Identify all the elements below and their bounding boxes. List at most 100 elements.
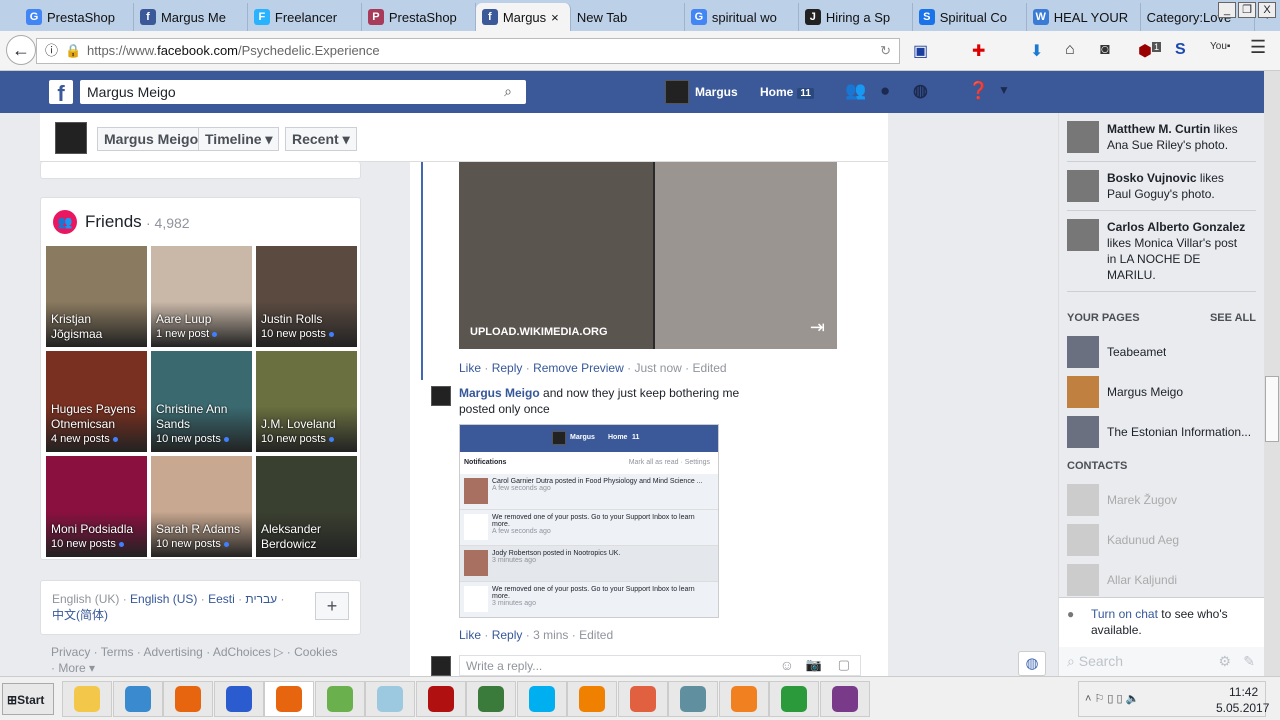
taskbar-app-skype[interactable] — [516, 681, 567, 717]
breadcrumb-timeline[interactable]: Timeline ▾ — [198, 127, 280, 151]
help-icon[interactable]: ❓ — [968, 81, 989, 101]
browser-tab[interactable]: W HEAL YOUR — [1027, 3, 1141, 31]
friend-tile[interactable]: J.M. Loveland 10 new posts — [256, 351, 357, 452]
start-button[interactable]: ⊞Start — [2, 683, 54, 715]
comment-author[interactable]: Margus Meigo — [459, 386, 540, 400]
language-chinese[interactable]: 中文(简体) — [52, 608, 108, 622]
close-tab-icon[interactable]: × — [551, 10, 559, 25]
search-icon[interactable]: ⌕ — [504, 83, 512, 100]
taskbar-app-notepad[interactable] — [365, 681, 415, 717]
like-link[interactable]: Like — [459, 361, 481, 375]
reply-link[interactable]: Reply — [492, 628, 523, 642]
home-icon[interactable]: ⌂ — [1065, 41, 1075, 59]
edited-label[interactable]: Edited — [693, 361, 727, 375]
clock-date[interactable]: 5.05.2017 — [1216, 701, 1269, 715]
edited-label[interactable]: Edited — [579, 628, 613, 642]
browser-tab[interactable]: S Spiritual Co — [913, 3, 1027, 31]
clock-time[interactable]: 11:42 — [1229, 685, 1258, 699]
taskbar-app-notepad-plus[interactable] — [314, 681, 365, 717]
open-external-icon[interactable]: ⇥ — [810, 317, 825, 338]
browser-tab[interactable]: J Hiring a Sp — [799, 3, 913, 31]
link-preview[interactable]: UPLOAD.WIKIMEDIA.ORG ⇥ — [459, 162, 837, 349]
friend-tile[interactable]: Moni Podsiadla 10 new posts — [46, 456, 147, 557]
comment-attached-screenshot[interactable]: Margus Home 11 Notifications Mark all as… — [459, 424, 719, 618]
browser-tab[interactable]: New Tab — [571, 3, 685, 31]
scrollbar-thumb[interactable] — [1265, 376, 1279, 442]
page-item[interactable]: The Estonian Information... — [1059, 412, 1264, 452]
notifications-globe-icon[interactable]: ◍ — [913, 81, 928, 101]
ticker-item[interactable]: Bosko Vujnovic likes Paul Goguy's photo. — [1067, 162, 1256, 211]
sticker-icon[interactable]: ▢ — [838, 657, 850, 673]
ublock-icon[interactable]: ⬢ 1 — [1138, 41, 1161, 61]
tray-icons[interactable]: ˄ ⚐ ▯ ▯ 🔈 — [1085, 692, 1139, 705]
page-item[interactable]: Margus Meigo — [1059, 372, 1264, 412]
taskbar-app-spreadsheet[interactable] — [769, 681, 819, 717]
taskbar-app-filezilla[interactable] — [415, 681, 466, 717]
friend-tile[interactable]: Aleksander Berdowicz — [256, 456, 357, 557]
new-message-icon[interactable]: ✎ — [1243, 653, 1255, 670]
footer-more[interactable]: More — [58, 661, 85, 675]
taskbar-app-pdf[interactable] — [718, 681, 769, 717]
url-bar[interactable]: https://www.facebook.com/Psychedelic.Exp… — [36, 38, 900, 64]
restore-button[interactable]: ❐ — [1238, 2, 1256, 18]
save-icon[interactable]: ▣ — [913, 41, 928, 61]
profile-avatar[interactable] — [665, 80, 689, 104]
friend-requests-icon[interactable]: 👥 — [845, 81, 866, 101]
taskbar-app-media-player[interactable] — [112, 681, 163, 717]
messages-icon[interactable]: ● — [880, 81, 890, 101]
page-item[interactable]: Teabeamet — [1059, 332, 1264, 372]
minimize-button[interactable]: _ — [1218, 2, 1236, 18]
browser-tab[interactable]: f Margus Me — [134, 3, 248, 31]
language-globe-icon[interactable]: ◍ — [1018, 651, 1046, 676]
like-link[interactable]: Like — [459, 628, 481, 642]
language-hebrew[interactable]: עברית — [245, 592, 277, 606]
contact-item[interactable]: Allar Kaljundi — [1059, 560, 1264, 600]
add-language-button[interactable]: + — [315, 592, 349, 620]
breadcrumb-recent[interactable]: Recent ▾ — [285, 127, 357, 151]
friend-tile[interactable]: Hugues Payens Otnemicsan 4 new posts — [46, 351, 147, 452]
taskbar-app-winrar[interactable] — [819, 681, 870, 717]
taskbar-app-teamviewer[interactable] — [668, 681, 718, 717]
reply-input[interactable]: Write a reply... ☺ 📷 ▢ — [459, 655, 861, 676]
info-icon[interactable]: ⓘ — [45, 39, 58, 63]
browser-tab[interactable]: Gspiritual wo — [685, 3, 799, 31]
taskbar-app-search[interactable] — [567, 681, 617, 717]
back-button[interactable]: ← — [6, 35, 36, 65]
home-link[interactable]: Home 11 — [760, 85, 814, 99]
ticker-item[interactable]: Carlos Alberto Gonzalez likes Monica Vil… — [1067, 211, 1256, 292]
search-input[interactable]: Margus Meigo ⌕ — [80, 80, 526, 104]
profile-link[interactable]: Margus — [695, 85, 738, 99]
comment-time[interactable]: 3 mins — [533, 628, 568, 642]
s-extension-icon[interactable]: S — [1175, 41, 1186, 59]
friend-tile[interactable]: Aare Luup 1 new post — [151, 246, 252, 347]
browser-tab[interactable]: G PrestaShop — [20, 3, 134, 31]
page-scrollbar[interactable] — [1264, 71, 1280, 676]
footer-terms[interactable]: Terms — [101, 645, 134, 659]
menu-icon[interactable]: ☰ — [1250, 37, 1266, 58]
reply-link[interactable]: Reply — [492, 361, 523, 375]
comment-time[interactable]: Just now — [634, 361, 681, 375]
taskbar-app-network[interactable] — [466, 681, 516, 717]
commenter-avatar[interactable] — [431, 386, 451, 406]
youtube-icon[interactable]: You▪ — [1210, 41, 1230, 52]
friend-tile[interactable]: Sarah R Adams 10 new posts — [151, 456, 252, 557]
language-eesti[interactable]: Eesti — [208, 592, 235, 606]
taskbar-app-thunderbird[interactable] — [213, 681, 264, 717]
language-english-us[interactable]: English (US) — [130, 592, 197, 606]
footer-advertising[interactable]: Advertising — [143, 645, 202, 659]
camera-icon[interactable]: 📷 — [806, 657, 822, 673]
taskbar-app-avast[interactable] — [617, 681, 668, 717]
friend-tile[interactable]: Kristjan Jõgismaa — [46, 246, 147, 347]
footer-cookies[interactable]: Cookies — [294, 645, 337, 659]
see-all-link[interactable]: SEE ALL — [1210, 312, 1256, 324]
download-icon[interactable]: ⬇ — [1030, 41, 1043, 61]
account-menu-icon[interactable]: ▼ — [998, 83, 1010, 97]
taskbar-app-firefox[interactable] — [163, 681, 213, 717]
browser-tab[interactable]: F Freelancer — [248, 3, 362, 31]
taskbar-app-explorer[interactable] — [62, 681, 112, 717]
contact-item[interactable]: Marek Žugov — [1059, 480, 1264, 520]
reload-icon[interactable]: ↻ — [880, 39, 891, 63]
browser-tab[interactable]: f Margus × — [475, 3, 571, 31]
close-button[interactable]: X — [1258, 2, 1276, 18]
footer-adchoices[interactable]: AdChoices — [213, 645, 271, 659]
